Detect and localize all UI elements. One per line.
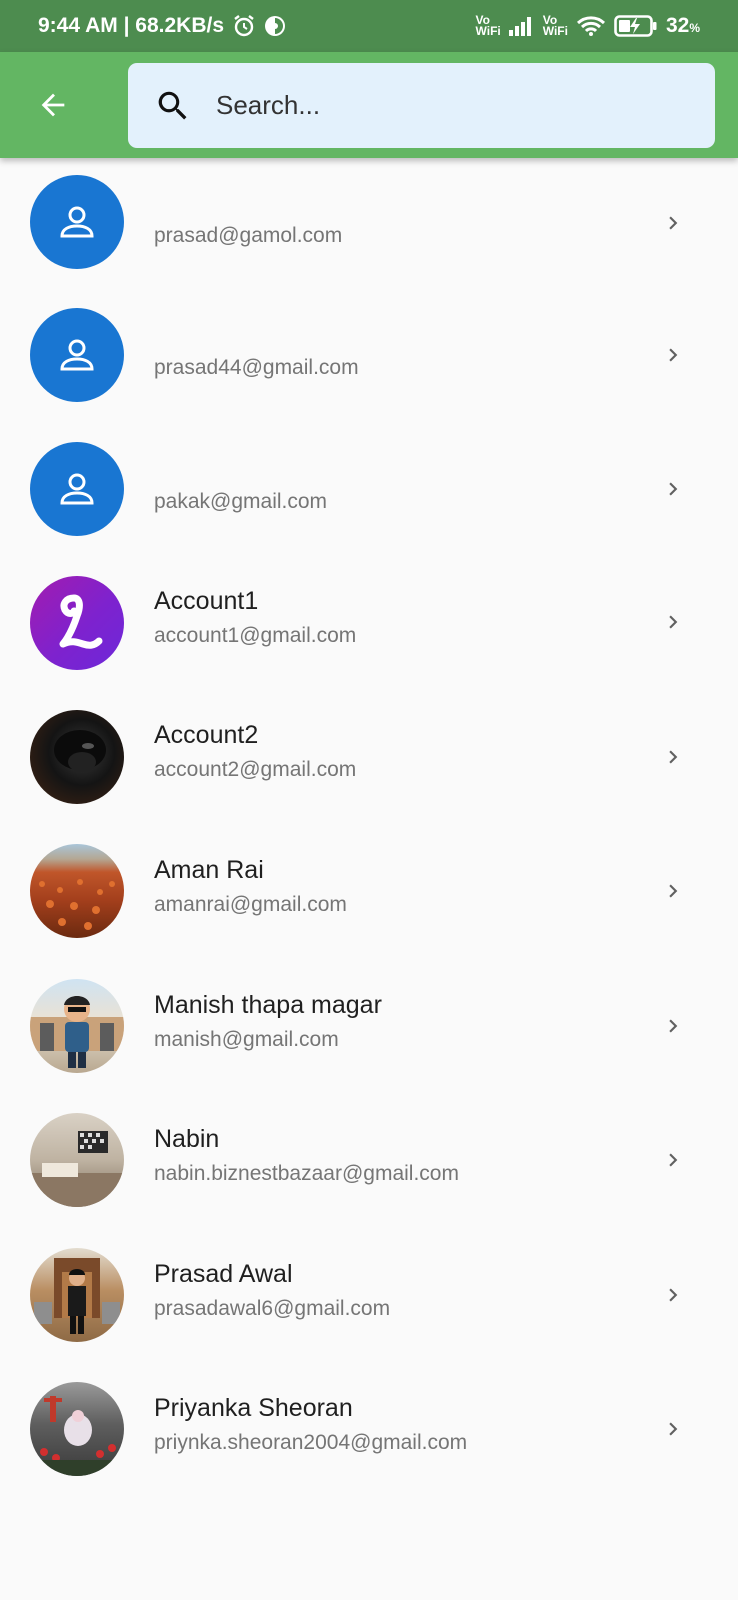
contact-list: prasad@gamol.com prasad44@gmail.com paka… (0, 158, 738, 1506)
contact-name (154, 185, 342, 217)
person-icon (60, 206, 94, 238)
back-button[interactable] (30, 82, 76, 128)
contact-row[interactable]: pakak@gmail.com (0, 422, 738, 558)
vowifi-label-2: Vo WiFi (542, 13, 568, 38)
battery-level: 32% (665, 14, 700, 37)
photo-cartoon-man-icon (30, 995, 124, 1068)
data-saver-icon (264, 15, 286, 37)
contact-name: Account2 (154, 720, 259, 749)
default-avatar (30, 308, 124, 402)
avatar (30, 1247, 124, 1342)
contact-row[interactable]: Priyanka Sheoran priynka.sheoran2004@gma… (0, 1370, 738, 1506)
contact-name (154, 451, 327, 483)
contact-row[interactable]: Manish thapa magar manish@gmail.com (0, 964, 738, 1100)
contact-email: nabin.biznestbazaar@gmail.com (154, 1162, 459, 1185)
contact-email: account2@gmail.com (154, 757, 357, 781)
contact-name: Priyanka Sheoran (154, 1394, 353, 1422)
avatar (30, 709, 124, 804)
vowifi-label: Vo WiFi (475, 13, 501, 38)
contact-row[interactable]: Account1 account1@gmail.com (0, 557, 738, 693)
chevron-right-icon (669, 615, 678, 629)
chevron-right-icon (669, 1019, 678, 1032)
person-icon (60, 339, 94, 371)
search-icon (158, 91, 187, 119)
chevron-right-icon (669, 750, 678, 763)
chevron-right-icon (669, 884, 678, 898)
battery-charging-icon (614, 14, 658, 38)
contact-row[interactable]: Account2 account2@gmail.com (0, 693, 738, 829)
contact-name: Aman Rai (154, 856, 264, 884)
contact-email: prasad@gamol.com (154, 224, 343, 247)
contact-row[interactable]: Prasad Awal prasadawal6@gmail.com (0, 1235, 738, 1371)
contact-row[interactable]: Nabin nabin.biznestbazaar@gmail.com (0, 1099, 738, 1235)
chevron-right-icon (669, 216, 678, 230)
chevron-right-icon (669, 1288, 678, 1301)
avatar (30, 576, 124, 670)
default-avatar (30, 175, 124, 269)
photo-man-in-coat-icon (34, 1257, 120, 1334)
chevron-right-icon (669, 1422, 678, 1436)
contact-email: amanrai@gmail.com (154, 893, 347, 916)
arrow-left-icon (41, 93, 65, 117)
default-avatar (30, 441, 124, 536)
contact-email: account1@gmail.com (154, 624, 357, 647)
contact-email: prasadawal6@gmail.com (154, 1296, 391, 1320)
photo-dark-sphere-icon (54, 729, 106, 772)
contact-name (154, 317, 359, 349)
photo-shrine-icon (30, 1396, 124, 1476)
search-bar[interactable] (128, 63, 715, 148)
contact-name: Account1 (154, 587, 259, 615)
chevron-right-icon (669, 482, 678, 495)
avatar (30, 978, 124, 1073)
contact-name: Prasad Awal (154, 1259, 293, 1288)
status-time: 9:44 AM | 68.2KB/s (38, 14, 225, 37)
app-bar (0, 52, 738, 158)
search-input[interactable] (216, 90, 676, 121)
contact-email: manish@gmail.com (154, 1027, 339, 1051)
avatar (30, 844, 124, 938)
signal-icon (508, 15, 535, 37)
avatar (30, 1382, 124, 1476)
contact-row[interactable]: Aman Rai amanrai@gmail.com (0, 828, 738, 964)
chevron-right-icon (669, 1153, 678, 1167)
avatar (30, 1113, 124, 1207)
contact-name: Manish thapa magar (154, 990, 382, 1019)
contact-email: pakak@gmail.com (154, 489, 328, 513)
contact-name: Nabin (154, 1125, 220, 1153)
alarm-icon (232, 14, 256, 38)
photo-room-icon (30, 1131, 124, 1207)
chevron-right-icon (669, 348, 678, 362)
person-icon (60, 473, 94, 504)
wifi-icon (576, 15, 606, 37)
status-bar: 9:44 AM | 68.2KB/s Vo WiFi Vo WiFi 32% (0, 0, 738, 52)
contact-row[interactable]: prasad44@gmail.com (0, 286, 738, 422)
letter-l-logo-icon (59, 594, 103, 649)
contact-email: prasad44@gmail.com (154, 356, 359, 379)
photo-flower-field-icon (39, 879, 115, 930)
contact-email: priynka.sheoran2004@gmail.com (154, 1431, 468, 1454)
contact-row[interactable]: prasad@gamol.com (0, 158, 738, 286)
